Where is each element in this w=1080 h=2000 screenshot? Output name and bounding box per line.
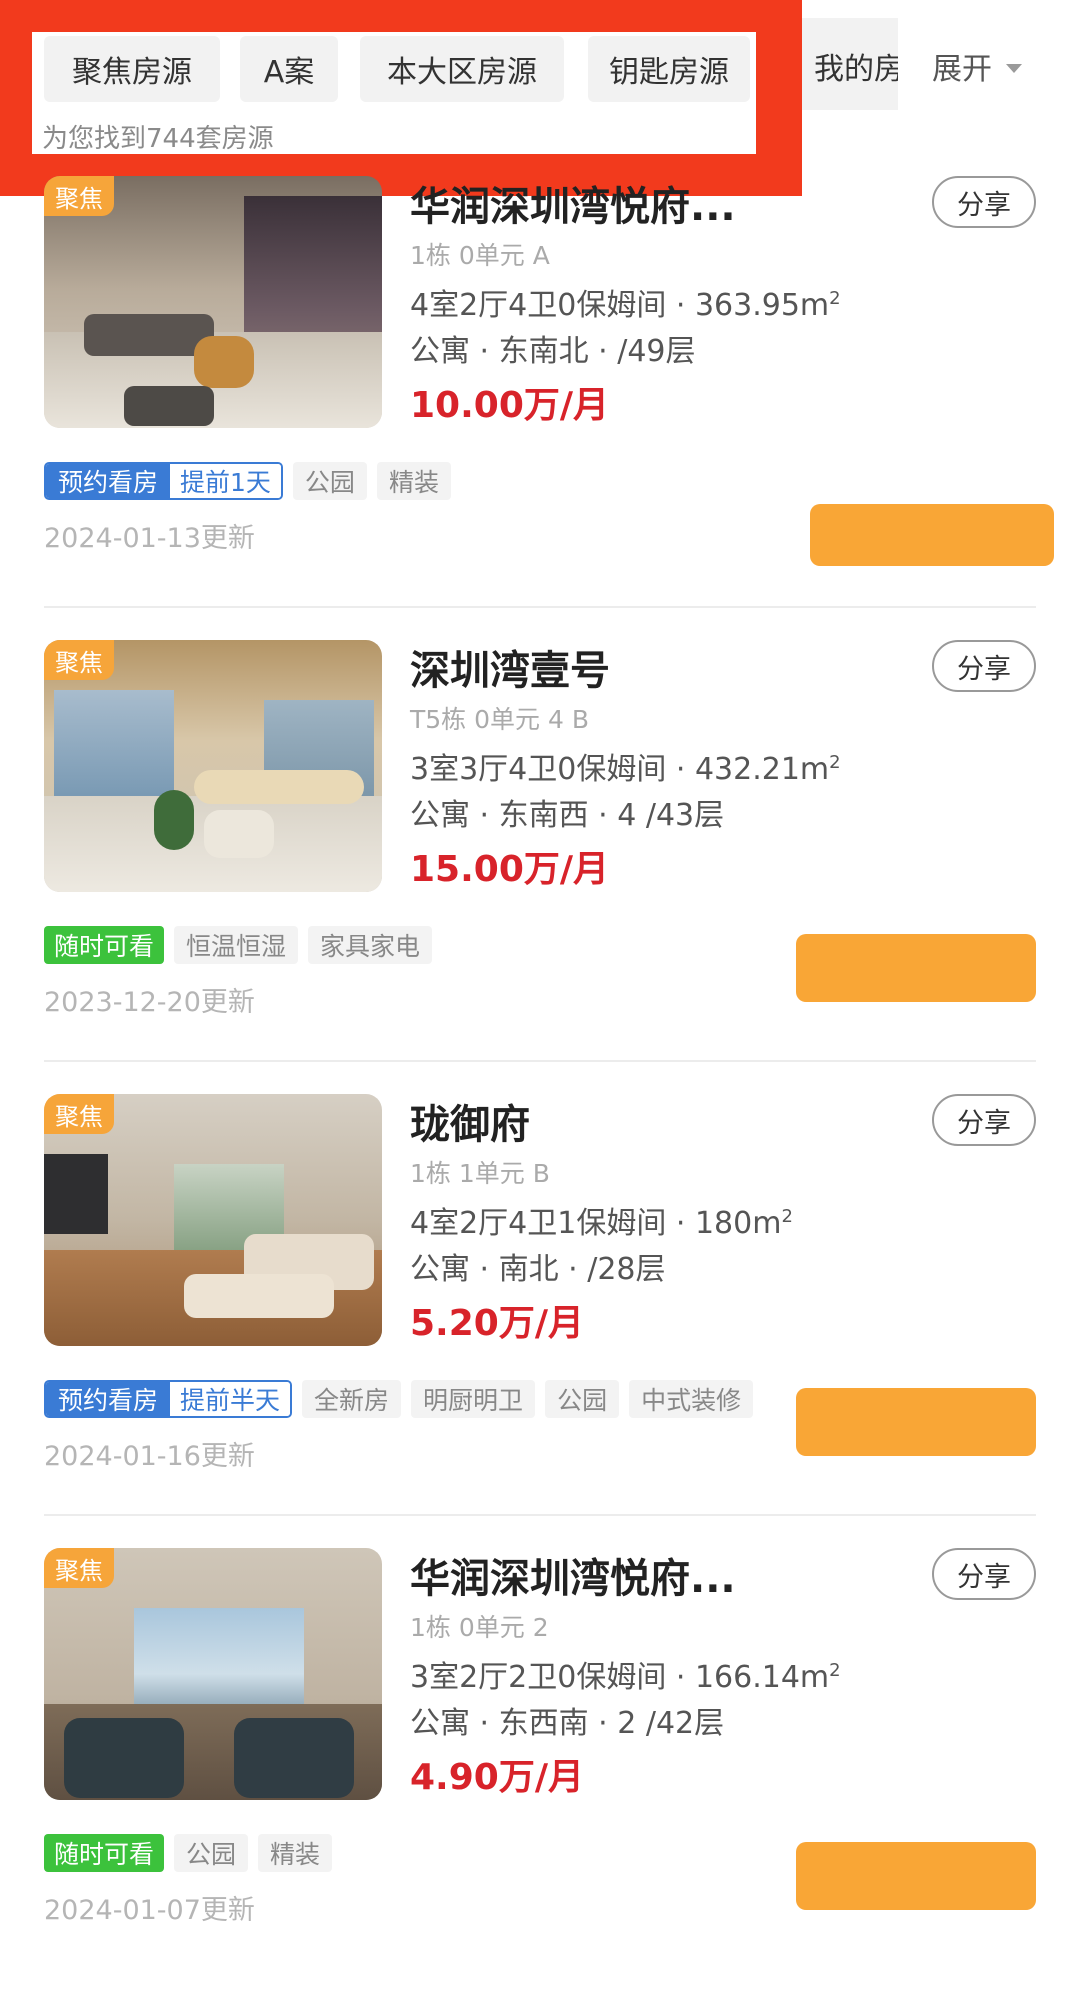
tab-my-listings[interactable]: 我的房 xyxy=(802,18,898,110)
listing-card[interactable]: 聚焦 华润深圳湾悦府... 分享 1栋 0单元 2 3室2厅2卫0保姆间 · 1… xyxy=(0,1548,1080,2000)
update-date: 2024-01-07更新 xyxy=(44,1895,255,1926)
share-button[interactable]: 分享 xyxy=(932,640,1036,692)
tab-focus-listings[interactable]: 聚焦房源 xyxy=(44,36,220,102)
listing-type-floor: 公寓 · 东南西 · 4 /43层 xyxy=(410,798,725,833)
divider xyxy=(44,1514,1036,1516)
feature-tag: 精装 xyxy=(258,1834,333,1872)
listing-unit: T5栋 0单元 4 B xyxy=(410,705,589,734)
listing-tags: 随时可看 公园 精装 xyxy=(44,1834,774,1872)
feature-tag: 公园 xyxy=(292,462,367,500)
focus-badge: 聚焦 xyxy=(44,1548,114,1588)
expand-label: 展开 xyxy=(932,52,992,87)
listing-photo[interactable]: 聚焦 xyxy=(44,1548,382,1800)
listing-tags: 随时可看 恒温恒湿 家具家电 xyxy=(44,926,774,964)
listing-price: 4.90万/月 xyxy=(410,1757,584,1798)
share-button[interactable]: 分享 xyxy=(932,176,1036,228)
listing-title[interactable]: 华润深圳湾悦府... xyxy=(410,1546,736,1604)
available-anytime-badge: 随时可看 xyxy=(44,1834,165,1872)
share-button[interactable]: 分享 xyxy=(932,1548,1036,1600)
listing-specs: 3室2厅2卫0保姆间 · 166.14m2 xyxy=(410,1660,841,1695)
divider xyxy=(44,1060,1036,1062)
contact-button[interactable] xyxy=(796,1842,1036,1910)
focus-badge: 聚焦 xyxy=(44,176,114,216)
tab-key-listings[interactable]: 钥匙房源 xyxy=(588,36,750,102)
contact-button[interactable] xyxy=(810,504,1054,566)
contact-button[interactable] xyxy=(796,934,1036,1002)
listing-card[interactable]: 聚焦 华润深圳湾悦府... 分享 1栋 0单元 A 4室2厅4卫0保姆间 · 3… xyxy=(0,176,1080,628)
share-button[interactable]: 分享 xyxy=(932,1094,1036,1146)
listing-title[interactable]: 深圳湾壹号 xyxy=(410,638,610,696)
focus-badge: 聚焦 xyxy=(44,640,114,680)
listing-photo[interactable]: 聚焦 xyxy=(44,176,382,428)
result-count: 为您找到744套房源 xyxy=(42,124,274,154)
appointment-badge: 预约看房 提前半天 xyxy=(44,1380,293,1418)
listing-type-floor: 公寓 · 东南北 · /49层 xyxy=(410,334,696,369)
listing-tags: 预约看房 提前半天 全新房 明厨明卫 公园 中式装修 xyxy=(44,1380,779,1418)
feature-tag: 公园 xyxy=(545,1380,620,1418)
tab-region-listings[interactable]: 本大区房源 xyxy=(360,36,564,102)
listing-specs: 3室3厅4卫0保姆间 · 432.21m2 xyxy=(410,752,841,787)
listing-unit: 1栋 0单元 2 xyxy=(410,1613,549,1642)
feature-tag: 公园 xyxy=(174,1834,249,1872)
listing-unit: 1栋 0单元 A xyxy=(410,241,550,270)
update-date: 2023-12-20更新 xyxy=(44,987,255,1018)
listing-title[interactable]: 珑御府 xyxy=(410,1092,530,1150)
feature-tag: 恒温恒湿 xyxy=(174,926,299,964)
listing-specs: 4室2厅4卫0保姆间 · 363.95m2 xyxy=(410,288,841,323)
update-date: 2024-01-13更新 xyxy=(44,523,255,554)
contact-button[interactable] xyxy=(796,1388,1036,1456)
appointment-badge: 预约看房 提前1天 xyxy=(44,462,283,500)
update-date: 2024-01-16更新 xyxy=(44,1441,255,1472)
feature-tag: 全新房 xyxy=(302,1380,402,1418)
caret-down-icon xyxy=(1006,63,1022,73)
feature-tag: 精装 xyxy=(376,462,451,500)
tab-my-listings-label: 我的房 xyxy=(814,52,898,87)
listing-card[interactable]: 聚焦 深圳湾壹号 分享 T5栋 0单元 4 B 3室3厅4卫0保姆间 · 432… xyxy=(0,640,1080,1092)
listing-price: 10.00万/月 xyxy=(410,385,610,426)
listing-type-floor: 公寓 · 东西南 · 2 /42层 xyxy=(410,1706,725,1741)
listing-card[interactable]: 聚焦 珑御府 分享 1栋 1单元 B 4室2厅4卫1保姆间 · 180m2 公寓… xyxy=(0,1094,1080,1546)
listing-photo[interactable]: 聚焦 xyxy=(44,640,382,892)
available-anytime-badge: 随时可看 xyxy=(44,926,165,964)
listing-specs: 4室2厅4卫1保姆间 · 180m2 xyxy=(410,1206,793,1241)
listing-type-floor: 公寓 · 南北 · /28层 xyxy=(410,1252,666,1287)
focus-badge: 聚焦 xyxy=(44,1094,114,1134)
feature-tag: 中式装修 xyxy=(629,1380,754,1418)
listing-price: 5.20万/月 xyxy=(410,1303,584,1344)
divider xyxy=(44,606,1036,608)
listing-photo[interactable]: 聚焦 xyxy=(44,1094,382,1346)
listing-tags: 预约看房 提前1天 公园 精装 xyxy=(44,462,774,500)
listing-title[interactable]: 华润深圳湾悦府... xyxy=(410,174,736,232)
expand-button[interactable]: 展开 xyxy=(932,44,1022,88)
listing-unit: 1栋 1单元 B xyxy=(410,1159,550,1188)
listing-price: 15.00万/月 xyxy=(410,849,610,890)
feature-tag: 明厨明卫 xyxy=(411,1380,536,1418)
tab-a-case[interactable]: A案 xyxy=(240,36,338,102)
feature-tag: 家具家电 xyxy=(308,926,433,964)
